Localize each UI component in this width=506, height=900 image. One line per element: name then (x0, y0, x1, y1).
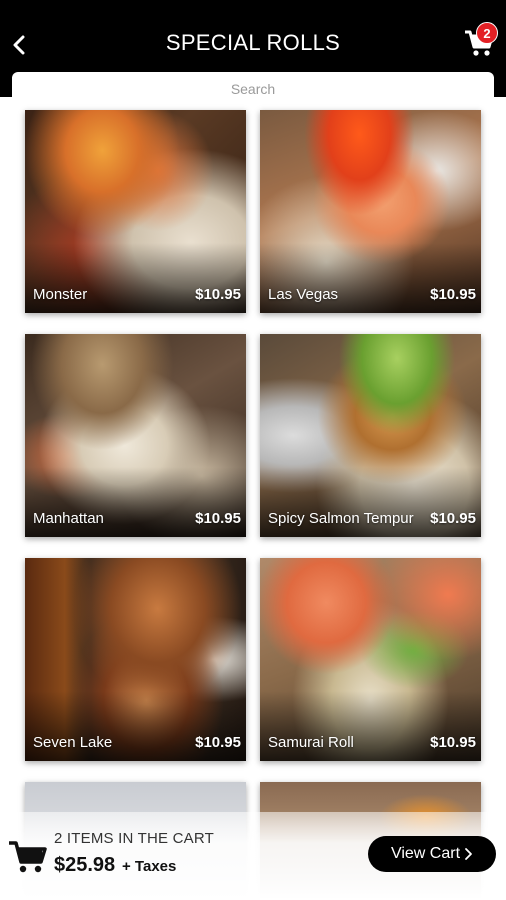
menu-item-card[interactable]: Spicy Salmon Tempur $10.95 (260, 334, 481, 537)
menu-item-name: Manhattan (33, 510, 104, 527)
cart-items-count: 2 ITEMS IN THE CART (54, 830, 214, 847)
menu-item-price: $10.95 (195, 510, 241, 527)
menu-item-card[interactable]: Seven Lake $10.95 (25, 558, 246, 761)
menu-item-card[interactable]: Monster $10.95 (25, 110, 246, 313)
shopping-cart-icon (9, 841, 47, 873)
chevron-right-icon (465, 848, 472, 860)
menu-item-price: $10.95 (430, 734, 476, 751)
menu-item-name: Spicy Salmon Tempur (268, 510, 414, 527)
menu-item-price: $10.95 (430, 286, 476, 303)
view-cart-button[interactable]: View Cart (368, 836, 496, 872)
menu-item-price: $10.95 (195, 734, 241, 751)
cart-summary-bar: 2 ITEMS IN THE CART $25.98 + Taxes View … (0, 812, 506, 900)
menu-item-name: Monster (33, 286, 88, 303)
menu-item-card[interactable]: Samurai Roll $10.95 (260, 558, 481, 761)
menu-item-name: Las Vegas (268, 286, 339, 303)
page-title: SPECIAL ROLLS (165, 30, 341, 55)
cart-total: $25.98 (54, 854, 116, 876)
cart-count-badge: 2 (476, 22, 498, 44)
menu-item-price: $10.95 (430, 510, 476, 527)
menu-item-card[interactable]: Las Vegas $10.95 (260, 110, 481, 313)
taxes-label: + Taxes (122, 858, 177, 875)
search-bar (12, 72, 494, 100)
menu-item-price: $10.95 (195, 286, 241, 303)
menu-item-card[interactable]: Manhattan $10.95 (25, 334, 246, 537)
view-cart-label: View Cart (390, 845, 461, 862)
menu-item-name: Samurai Roll (268, 734, 354, 751)
search-input[interactable] (12, 72, 494, 100)
menu-item-name: Seven Lake (33, 734, 113, 751)
